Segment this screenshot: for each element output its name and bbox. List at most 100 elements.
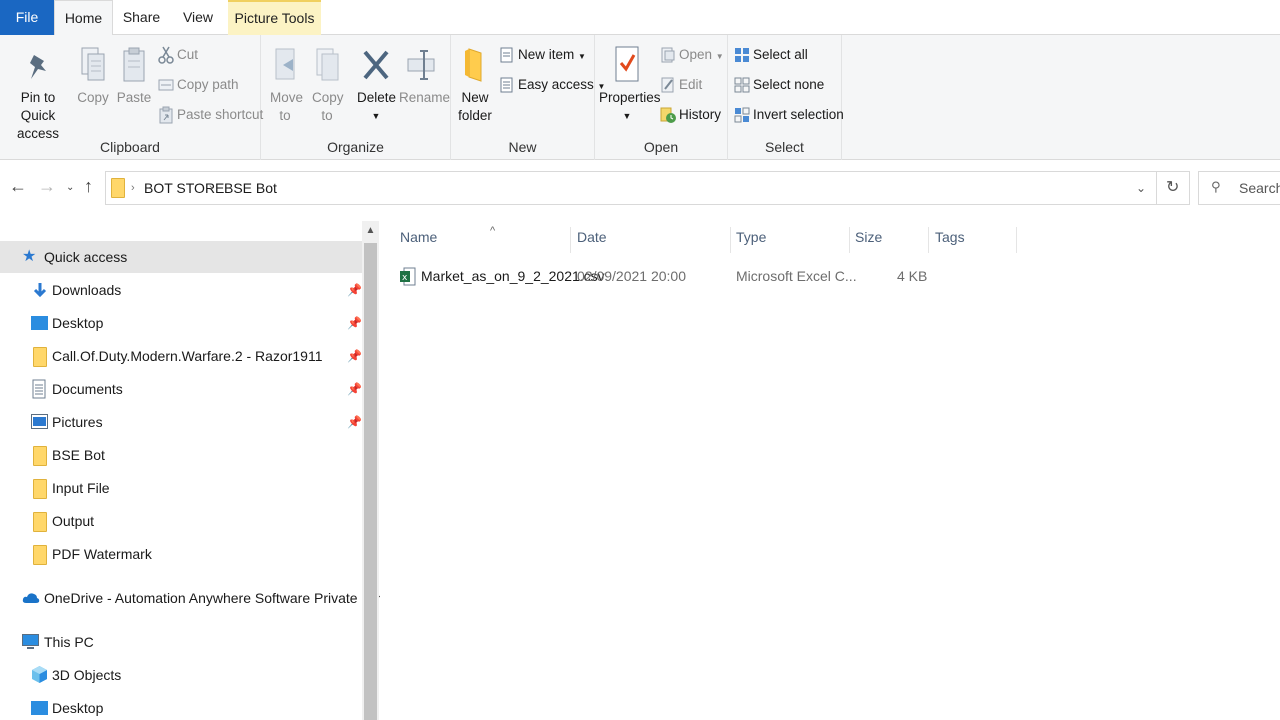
- file-type: Microsoft Excel C...: [736, 268, 857, 284]
- breadcrumb-item-bse-bot[interactable]: BSE Bot: [224, 180, 277, 196]
- delete-x-icon: [363, 50, 389, 80]
- column-header-name[interactable]: ^ Name: [394, 225, 571, 253]
- refresh-icon[interactable]: ↻: [1166, 177, 1179, 197]
- cut-label: Cut: [177, 47, 199, 62]
- table-row[interactable]: x Market_as_on_9_2_2021.csv 02/09/2021 2…: [394, 262, 994, 290]
- column-header-date[interactable]: Date: [571, 227, 731, 253]
- chevron-down-icon: ▼: [578, 52, 586, 61]
- tab-view[interactable]: View: [170, 0, 226, 35]
- cut-button[interactable]: Cut: [158, 44, 198, 66]
- new-folder-button[interactable]: New folder: [455, 45, 495, 125]
- forward-arrow-icon[interactable]: →: [38, 176, 56, 197]
- clipboard-icon: [123, 47, 145, 82]
- new-item-label: New item: [518, 47, 575, 62]
- nav-item-input-file[interactable]: Input File: [0, 472, 362, 504]
- invert-selection-button[interactable]: Invert selection: [734, 104, 844, 126]
- tab-share[interactable]: Share: [113, 0, 170, 35]
- tab-file[interactable]: File: [0, 0, 54, 35]
- nav-this-pc-label: This PC: [44, 634, 94, 650]
- paste-shortcut-icon: [159, 106, 173, 124]
- search-box[interactable]: ⚲ Search BSE Bot: [1198, 171, 1280, 205]
- nav-item-output[interactable]: Output: [0, 505, 362, 537]
- search-placeholder: Search BSE Bot: [1239, 180, 1280, 196]
- pin-icon[interactable]: 📌: [347, 406, 362, 438]
- properties-button[interactable]: Properties ▼: [599, 45, 661, 125]
- copy-to-button[interactable]: Copy to: [309, 45, 345, 125]
- nav-item-pictures[interactable]: Pictures 📌: [0, 406, 362, 438]
- address-divider: [1156, 172, 1157, 204]
- copy-path-button[interactable]: Copy path: [158, 74, 239, 96]
- pin-icon[interactable]: 📌: [347, 307, 362, 339]
- organize-group: Move to Copy to Delete ▼ Rename Organize: [261, 35, 451, 160]
- move-to-button[interactable]: Move to: [267, 45, 303, 125]
- nav-item-cod-folder[interactable]: Call.Of.Duty.Modern.Warfare.2 - Razor191…: [0, 340, 362, 372]
- organize-group-label: Organize: [327, 139, 384, 155]
- select-none-button[interactable]: Select none: [734, 74, 824, 96]
- nav-this-pc[interactable]: This PC: [0, 626, 362, 658]
- paste-shortcut-button[interactable]: Paste shortcut: [158, 104, 263, 126]
- 3d-objects-icon: [32, 666, 47, 683]
- open-button[interactable]: Open ▼: [660, 44, 724, 66]
- invert-selection-label: Invert selection: [753, 107, 844, 122]
- move-to-icon: [275, 48, 295, 80]
- select-group-label: Select: [765, 139, 804, 155]
- open-group: Properties ▼ Open ▼ Edit History Open: [595, 35, 728, 160]
- column-header-label: Name: [400, 229, 438, 245]
- column-header-size[interactable]: Size: [849, 227, 929, 253]
- pin-to-quick-access-button[interactable]: Pin to Quick access: [4, 51, 72, 143]
- ribbon-tabs: File Home Share View Picture Tools: [0, 0, 1280, 36]
- nav-item-desktop[interactable]: Desktop 📌: [0, 307, 362, 339]
- up-arrow-icon[interactable]: ↑: [84, 176, 93, 197]
- pin-icon[interactable]: 📌: [347, 274, 362, 306]
- column-header-type[interactable]: Type: [730, 227, 850, 253]
- cloud-icon: [22, 593, 40, 603]
- nav-item-downloads[interactable]: Downloads 📌: [0, 274, 362, 306]
- tab-home[interactable]: Home: [54, 0, 113, 36]
- history-button[interactable]: History: [660, 104, 721, 126]
- easy-access-icon: [500, 77, 513, 93]
- file-list: ^ Name Date Type Size Tags x Market_as_o…: [380, 215, 1280, 720]
- pin-icon: [30, 55, 46, 79]
- back-arrow-icon[interactable]: ←: [9, 176, 27, 197]
- nav-pc-item-3d-objects[interactable]: 3D Objects: [0, 659, 362, 691]
- svg-text:x: x: [402, 273, 408, 283]
- open-icon: [661, 47, 675, 63]
- copy-button[interactable]: Copy: [74, 45, 112, 107]
- pictures-icon: [31, 414, 48, 429]
- pin-label: Pin to Quick access: [16, 90, 60, 141]
- nav-pc-item-desktop[interactable]: Desktop: [0, 692, 362, 720]
- desktop-icon: [31, 316, 48, 330]
- file-size: 4 KB: [897, 268, 928, 284]
- nav-onedrive[interactable]: OneDrive - Automation Anywhere Software …: [0, 582, 407, 614]
- folder-icon: [33, 544, 47, 576]
- nav-item-bse-bot[interactable]: BSE Bot: [0, 439, 362, 471]
- scroll-up-arrow-icon[interactable]: ▲: [362, 221, 379, 241]
- tab-picture-tools[interactable]: Picture Tools: [228, 0, 321, 35]
- sort-ascending-icon: ^: [490, 225, 496, 237]
- paste-button[interactable]: Paste: [115, 45, 153, 107]
- new-group: New folder New item ▼ Easy access ▼ New: [451, 35, 605, 160]
- new-item-button[interactable]: New item ▼: [499, 44, 586, 66]
- history-icon: [660, 107, 676, 124]
- copy-path-label: Copy path: [177, 77, 239, 92]
- select-none-label: Select none: [753, 77, 825, 92]
- address-bar[interactable]: › BOT STORE › BSE Bot ⌄ ↻: [105, 171, 1190, 205]
- easy-access-button[interactable]: Easy access ▼: [499, 74, 605, 96]
- copy-to-label: Copy to: [312, 90, 344, 123]
- edit-button[interactable]: Edit: [660, 74, 702, 96]
- delete-button[interactable]: Delete ▼: [357, 45, 396, 125]
- recent-locations-chevron-icon[interactable]: ⌄: [66, 182, 74, 193]
- paste-label: Paste: [116, 90, 152, 105]
- nav-item-documents[interactable]: Documents 📌: [0, 373, 362, 405]
- column-header-tags[interactable]: Tags: [929, 227, 1017, 253]
- rename-button[interactable]: Rename: [399, 45, 450, 107]
- copy-path-icon: [158, 79, 174, 91]
- pin-icon[interactable]: 📌: [347, 340, 362, 372]
- nav-item-pdf-watermark[interactable]: PDF Watermark: [0, 538, 362, 570]
- star-icon: ★: [22, 248, 37, 265]
- pin-icon[interactable]: 📌: [347, 373, 362, 405]
- nav-scrollbar-thumb[interactable]: [364, 243, 377, 720]
- address-dropdown-chevron-icon[interactable]: ⌄: [1136, 181, 1146, 195]
- select-all-button[interactable]: Select all: [734, 44, 808, 66]
- nav-quick-access[interactable]: ★ Quick access: [0, 241, 362, 273]
